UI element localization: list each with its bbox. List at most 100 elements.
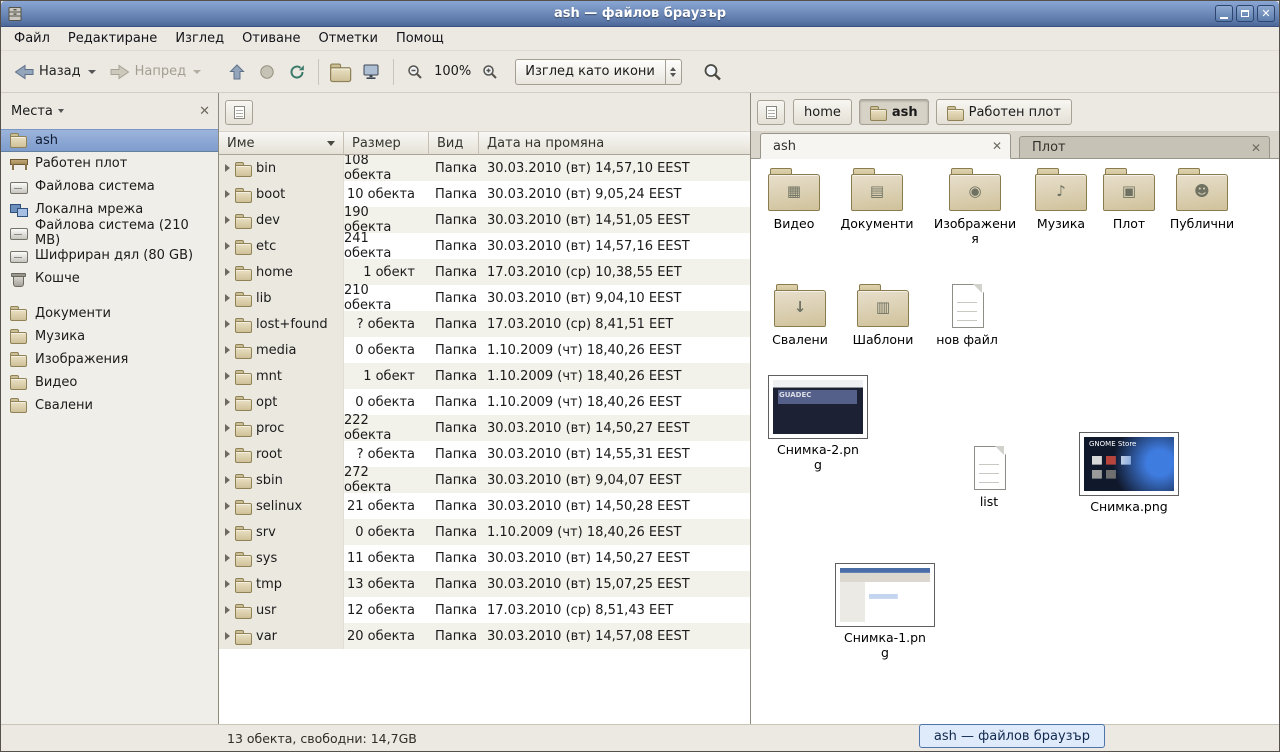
sidebar-place-item[interactable]: Шифриран дял (80 GB) <box>1 244 218 267</box>
file-row[interactable]: opt 0 обекта Папка 1.10.2009 (чт) 18,40,… <box>219 389 750 415</box>
search-button[interactable] <box>696 58 729 86</box>
expander-icon[interactable] <box>225 372 230 380</box>
breadcrumb-button[interactable]: ash <box>859 99 929 125</box>
view-mode-stepper[interactable] <box>665 60 681 84</box>
file-row[interactable]: usr 12 обекта Папка 17.03.2010 (ср) 8,51… <box>219 597 750 623</box>
sidebar-bookmark-item[interactable]: Документи <box>1 302 218 325</box>
breadcrumb-button[interactable]: Работен плот <box>936 99 1072 125</box>
expander-icon[interactable] <box>225 632 230 640</box>
sidebar-place-item[interactable]: ash <box>1 129 218 152</box>
close-button[interactable] <box>1257 5 1275 22</box>
expander-icon[interactable] <box>225 450 230 458</box>
maximize-button[interactable] <box>1236 5 1254 22</box>
file-icon-item[interactable]: Снимка-1.png <box>833 563 937 660</box>
expander-icon[interactable] <box>225 398 230 406</box>
expander-icon[interactable] <box>225 476 230 484</box>
sidebar-place-item[interactable]: Работен плот <box>1 152 218 175</box>
sidebar-bookmark-item[interactable]: Изображения <box>1 348 218 371</box>
expander-icon[interactable] <box>225 164 230 172</box>
column-header-type[interactable]: Вид <box>429 131 479 155</box>
file-row[interactable]: lost+found ? обекта Папка 17.03.2010 (ср… <box>219 311 750 337</box>
file-row[interactable]: proc 222 обекта Папка 30.03.2010 (вт) 14… <box>219 415 750 441</box>
file-icon-item[interactable]: Плот <box>1087 167 1171 231</box>
file-icon-item[interactable]: Публични <box>1160 167 1244 231</box>
file-row[interactable]: dev 190 обекта Папка 30.03.2010 (вт) 14,… <box>219 207 750 233</box>
file-icon-label: Снимка-2.png <box>776 442 860 472</box>
sidebar-title[interactable]: Места <box>11 104 53 119</box>
expander-icon[interactable] <box>225 216 230 224</box>
column-header-size[interactable]: Размер <box>344 131 429 155</box>
expander-icon[interactable] <box>225 554 230 562</box>
file-icon-item[interactable]: Шаблони <box>841 283 925 347</box>
file-row[interactable]: selinux 21 обекта Папка 30.03.2010 (вт) … <box>219 493 750 519</box>
back-button[interactable]: Назад <box>7 59 103 85</box>
file-icon-item[interactable]: Документи <box>835 167 919 231</box>
sidebar-place-item[interactable]: Файлова система <box>1 175 218 198</box>
menu-item[interactable]: Файл <box>5 27 59 50</box>
menu-item[interactable]: Отиване <box>233 27 309 50</box>
file-row[interactable]: root ? обекта Папка 30.03.2010 (вт) 14,5… <box>219 441 750 467</box>
breadcrumb-button[interactable]: home <box>793 99 852 125</box>
expander-icon[interactable] <box>225 580 230 588</box>
file-icon-item[interactable]: list <box>947 445 1031 509</box>
location-toggle-button[interactable] <box>225 100 253 125</box>
expander-icon[interactable] <box>225 528 230 536</box>
column-header-name[interactable]: Име <box>219 131 344 155</box>
expander-icon[interactable] <box>225 320 230 328</box>
file-icon-item[interactable]: GNOME Store Снимка.png <box>1077 432 1181 514</box>
file-row[interactable]: etc 241 обекта Папка 30.03.2010 (вт) 14,… <box>219 233 750 259</box>
tab[interactable]: Плот <box>1019 136 1270 158</box>
minimize-button[interactable] <box>1215 5 1233 22</box>
menu-item[interactable]: Редактиране <box>59 27 166 50</box>
expander-icon[interactable] <box>225 268 230 276</box>
file-row[interactable]: sbin 272 обекта Папка 30.03.2010 (вт) 9,… <box>219 467 750 493</box>
view-mode-select[interactable]: Изглед като икони <box>515 59 682 85</box>
expander-icon[interactable] <box>225 424 230 432</box>
sidebar-place-item[interactable]: Кошче <box>1 267 218 290</box>
sidebar-bookmark-item[interactable]: Видео <box>1 371 218 394</box>
menu-item[interactable]: Помощ <box>387 27 453 50</box>
file-icon-item[interactable]: Свалени <box>758 283 842 347</box>
computer-button[interactable] <box>355 59 387 85</box>
zoom-out-button[interactable] <box>400 59 430 85</box>
tab[interactable]: ash <box>760 133 1011 159</box>
menu-item[interactable]: Отметки <box>309 27 386 50</box>
sidebar-bookmark-item[interactable]: Музика <box>1 325 218 348</box>
expander-icon[interactable] <box>225 606 230 614</box>
expander-icon[interactable] <box>225 502 230 510</box>
file-row[interactable]: media 0 обекта Папка 1.10.2009 (чт) 18,4… <box>219 337 750 363</box>
reload-button[interactable] <box>282 59 312 85</box>
menu-item[interactable]: Изглед <box>166 27 233 50</box>
sidebar-close-button[interactable] <box>199 104 210 119</box>
file-row[interactable]: srv 0 обекта Папка 1.10.2009 (чт) 18,40,… <box>219 519 750 545</box>
file-row[interactable]: var 20 обекта Папка 30.03.2010 (вт) 14,5… <box>219 623 750 649</box>
zoom-in-button[interactable] <box>475 59 505 85</box>
file-icon-item[interactable]: GUADEC Снимка-2.png <box>766 375 870 472</box>
sidebar-combo-chevron-icon[interactable] <box>58 109 64 113</box>
column-header-date[interactable]: Дата на промяна <box>479 131 750 155</box>
file-size: 1 обект <box>344 363 429 389</box>
file-row[interactable]: tmp 13 обекта Папка 30.03.2010 (вт) 15,0… <box>219 571 750 597</box>
sidebar-place-item[interactable]: Файлова система (210 MB) <box>1 221 218 244</box>
file-row[interactable]: mnt 1 обект Папка 1.10.2009 (чт) 18,40,2… <box>219 363 750 389</box>
file-row[interactable]: bin 108 обекта Папка 30.03.2010 (вт) 14,… <box>219 155 750 181</box>
sidebar-bookmark-item[interactable]: Свалени <box>1 394 218 417</box>
location-toggle-button[interactable] <box>757 100 785 125</box>
expander-icon[interactable] <box>225 294 230 302</box>
expander-icon[interactable] <box>225 242 230 250</box>
expander-icon[interactable] <box>225 346 230 354</box>
tab-close-icon[interactable] <box>992 140 1002 152</box>
file-icon-item[interactable]: Видео <box>752 167 836 231</box>
file-row[interactable]: home 1 обект Папка 17.03.2010 (ср) 10,38… <box>219 259 750 285</box>
file-row[interactable]: sys 11 обекта Папка 30.03.2010 (вт) 14,5… <box>219 545 750 571</box>
file-icon-item[interactable]: Изображения <box>933 167 1017 246</box>
file-row[interactable]: lib 210 обекта Папка 30.03.2010 (вт) 9,0… <box>219 285 750 311</box>
tab-close-icon[interactable] <box>1251 142 1261 154</box>
up-button[interactable] <box>222 59 252 85</box>
titlebar[interactable]: ash — файлов браузър <box>1 1 1279 27</box>
taskbar-window-button[interactable]: ash — файлов браузър <box>919 724 1105 748</box>
home-button[interactable] <box>325 60 355 83</box>
file-row[interactable]: boot 10 обекта Папка 30.03.2010 (вт) 9,0… <box>219 181 750 207</box>
expander-icon[interactable] <box>225 190 230 198</box>
file-icon-item[interactable]: нов файл <box>925 283 1009 347</box>
